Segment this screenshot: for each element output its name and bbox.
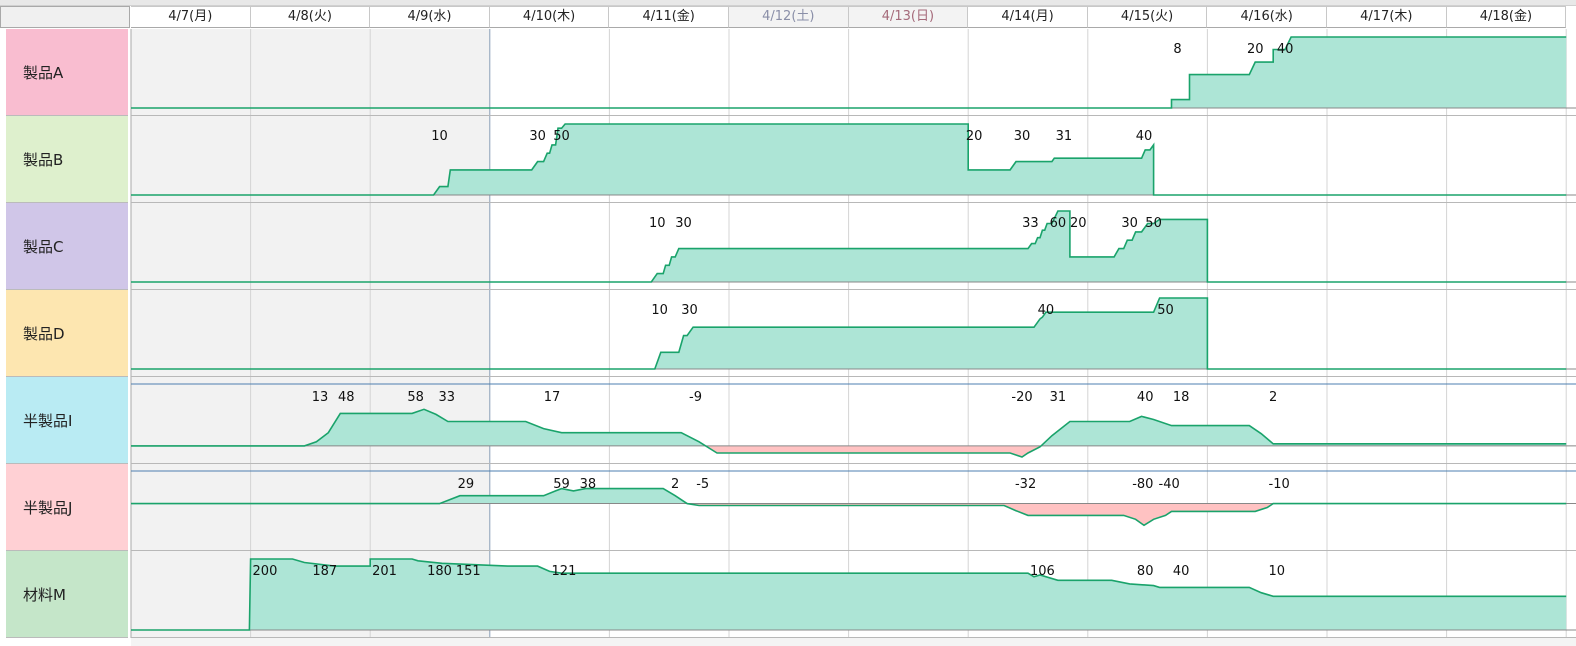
value-label: 10 [431, 129, 448, 144]
value-label: -80 [1132, 477, 1153, 492]
value-label: 10 [649, 216, 666, 231]
value-label: 40 [1173, 564, 1190, 579]
value-label: 13 [312, 390, 329, 405]
value-label: 30 [1121, 216, 1138, 231]
value-label: 30 [1014, 129, 1031, 144]
value-label: -10 [1269, 477, 1290, 492]
value-label: 17 [544, 390, 561, 405]
chart-footer-strip [131, 638, 1576, 646]
row-label-semi-j[interactable]: 半製品J [6, 464, 128, 551]
value-label: 2 [1269, 390, 1277, 405]
value-label: 40 [1038, 303, 1055, 318]
value-label: 40 [1136, 129, 1153, 144]
inventory-timeline-chart: 8 20 4010 30 50 20 30 31 4010 30 33 60 20 30 5010 30 40 5… [130, 29, 1576, 646]
value-label: 29 [458, 477, 475, 492]
value-label: 50 [553, 129, 570, 144]
value-label: -5 [696, 477, 709, 492]
value-label: 201 [372, 564, 397, 579]
value-label: 8 [1173, 42, 1181, 57]
value-label: -32 [1015, 477, 1036, 492]
value-label: 18 [1173, 390, 1190, 405]
value-label: 58 [407, 390, 424, 405]
row-label-product-b[interactable]: 製品B [6, 116, 128, 203]
value-label: 31 [1050, 390, 1067, 405]
value-label: -40 [1159, 477, 1180, 492]
value-label: 59 [553, 477, 570, 492]
value-label: 20 [1247, 42, 1264, 57]
value-label: 33 [438, 390, 455, 405]
row-label-product-d[interactable]: 製品D [6, 290, 128, 377]
value-label: -20 [1011, 390, 1032, 405]
value-label: 20 [1070, 216, 1087, 231]
value-label: 30 [675, 216, 692, 231]
value-label: 33 [1022, 216, 1039, 231]
value-label: 40 [1277, 42, 1294, 57]
value-label: -9 [689, 390, 702, 405]
value-label: 187 [312, 564, 337, 579]
value-label: 200 [253, 564, 278, 579]
value-label: 10 [651, 303, 668, 318]
value-label: 180 [427, 564, 452, 579]
row-label-product-a[interactable]: 製品A [6, 29, 128, 116]
row-label-material-m[interactable]: 材料M [6, 551, 128, 638]
value-label: 50 [1157, 303, 1174, 318]
value-label: 106 [1030, 564, 1055, 579]
value-label: 31 [1056, 129, 1073, 144]
row-label-semi-i[interactable]: 半製品I [6, 377, 128, 464]
value-label: 60 [1050, 216, 1067, 231]
value-label: 20 [966, 129, 983, 144]
value-label: 121 [552, 564, 577, 579]
value-label: 30 [529, 129, 546, 144]
value-label: 48 [338, 390, 355, 405]
value-label: 38 [580, 477, 597, 492]
row-label-product-c[interactable]: 製品C [6, 203, 128, 290]
past-days-shade [131, 29, 490, 638]
value-label: 2 [671, 477, 679, 492]
value-label: 50 [1145, 216, 1162, 231]
value-label: 151 [456, 564, 481, 579]
value-label: 80 [1137, 564, 1154, 579]
value-label: 10 [1268, 564, 1285, 579]
value-label: 40 [1137, 390, 1154, 405]
value-label: 30 [681, 303, 698, 318]
